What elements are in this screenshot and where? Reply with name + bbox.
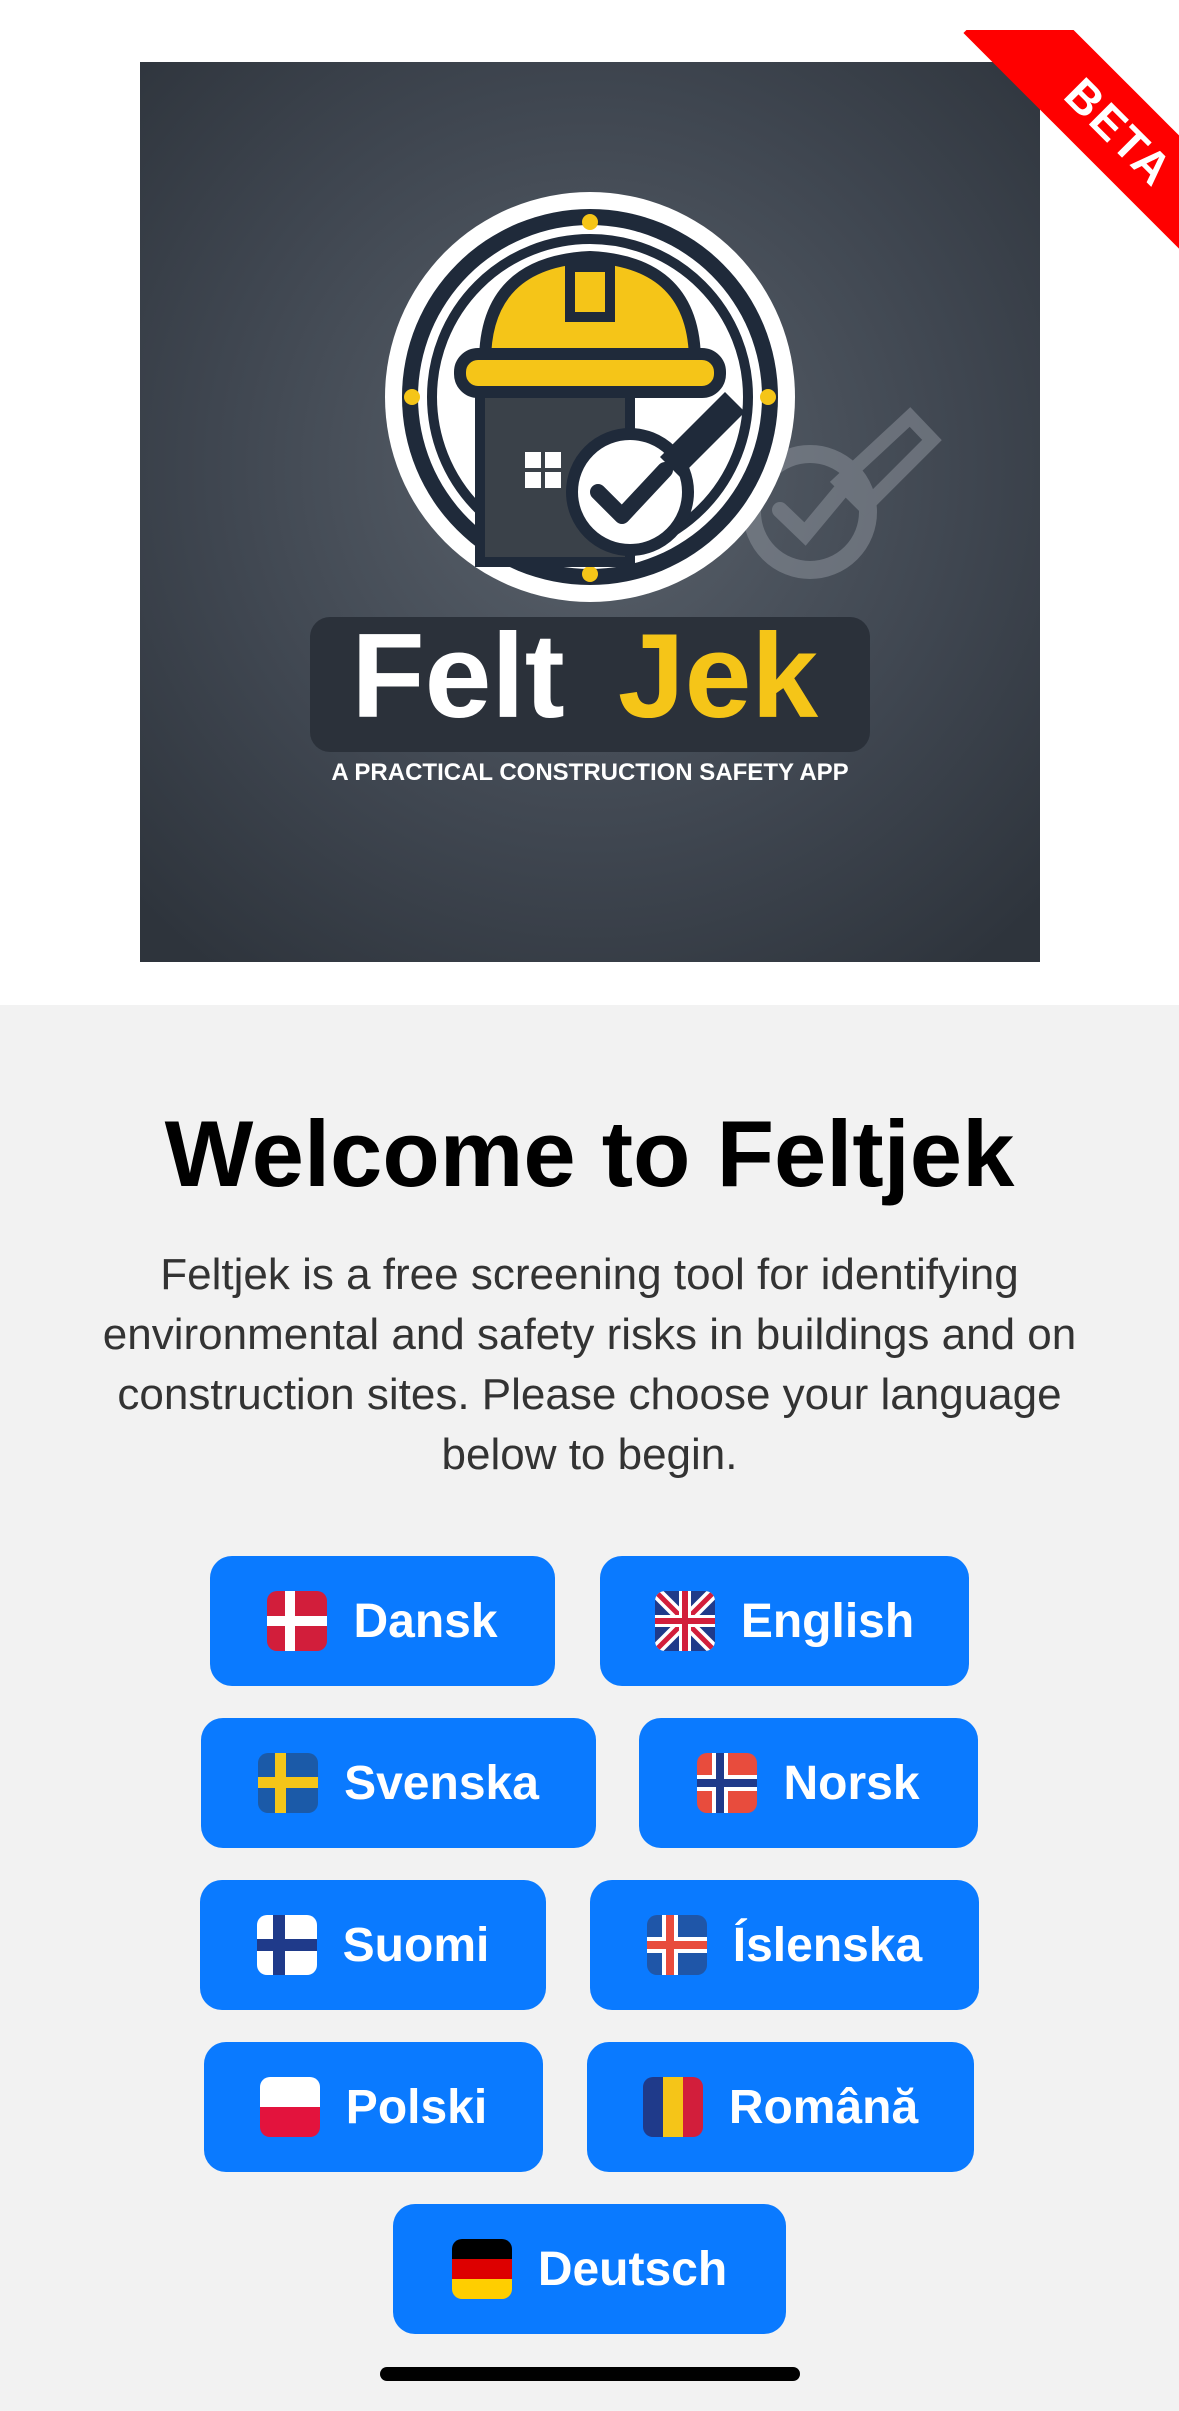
language-label: Polski [345, 2080, 488, 2134]
welcome-section: Welcome to Feltjek Feltjek is a free scr… [0, 1005, 1179, 2411]
language-button-islenska[interactable]: Íslenska [590, 1880, 979, 2010]
feltjek-logo: Felt Jek A PRACTICAL CONSTRUCTION SAFETY… [140, 62, 1040, 962]
logo-brand-part2: Jek [618, 609, 818, 743]
language-button-norsk[interactable]: Norsk [639, 1718, 978, 1848]
uk-flag-icon [654, 1591, 715, 1651]
language-button-polski[interactable]: Polski [204, 2042, 543, 2172]
home-indicator[interactable] [380, 2367, 800, 2381]
beta-ribbon: BETA [919, 30, 1179, 290]
intro-text: Feltjek is a free screening tool for ide… [102, 1250, 1077, 1479]
language-button-deutsch[interactable]: Deutsch [393, 2204, 786, 2334]
poland-flag-icon [259, 2077, 320, 2137]
sweden-flag-icon [258, 1753, 319, 1813]
language-label: English [740, 1594, 915, 1648]
language-button-romana[interactable]: Română [587, 2042, 974, 2172]
language-label: Dansk [353, 1594, 498, 1648]
language-label: Norsk [783, 1756, 920, 1810]
language-button-suomi[interactable]: Suomi [200, 1880, 546, 2010]
language-button-svenska[interactable]: Svenska [201, 1718, 596, 1848]
norway-flag-icon [697, 1753, 758, 1813]
romania-flag-icon [642, 2077, 703, 2137]
page-title: Welcome to Feltjek [164, 1101, 1015, 1206]
germany-flag-icon [451, 2239, 512, 2299]
language-button-dansk[interactable]: Dansk [210, 1556, 555, 1686]
beta-badge: BETA [963, 30, 1179, 288]
language-label: Svenska [344, 1756, 539, 1810]
iceland-flag-icon [646, 1915, 707, 1975]
language-label: Română [728, 2080, 919, 2134]
language-label: Íslenska [732, 1918, 923, 1972]
language-label: Suomi [342, 1918, 490, 1972]
logo-brand-part1: Felt [351, 609, 564, 743]
finland-flag-icon [256, 1915, 317, 1975]
language-label: Deutsch [537, 2242, 728, 2296]
language-button-english[interactable]: English [600, 1556, 969, 1686]
logo-tagline: A PRACTICAL CONSTRUCTION SAFETY APP [331, 759, 848, 786]
hero-section: Felt Jek A PRACTICAL CONSTRUCTION SAFETY… [0, 0, 1179, 1005]
denmark-flag-icon [267, 1591, 328, 1651]
